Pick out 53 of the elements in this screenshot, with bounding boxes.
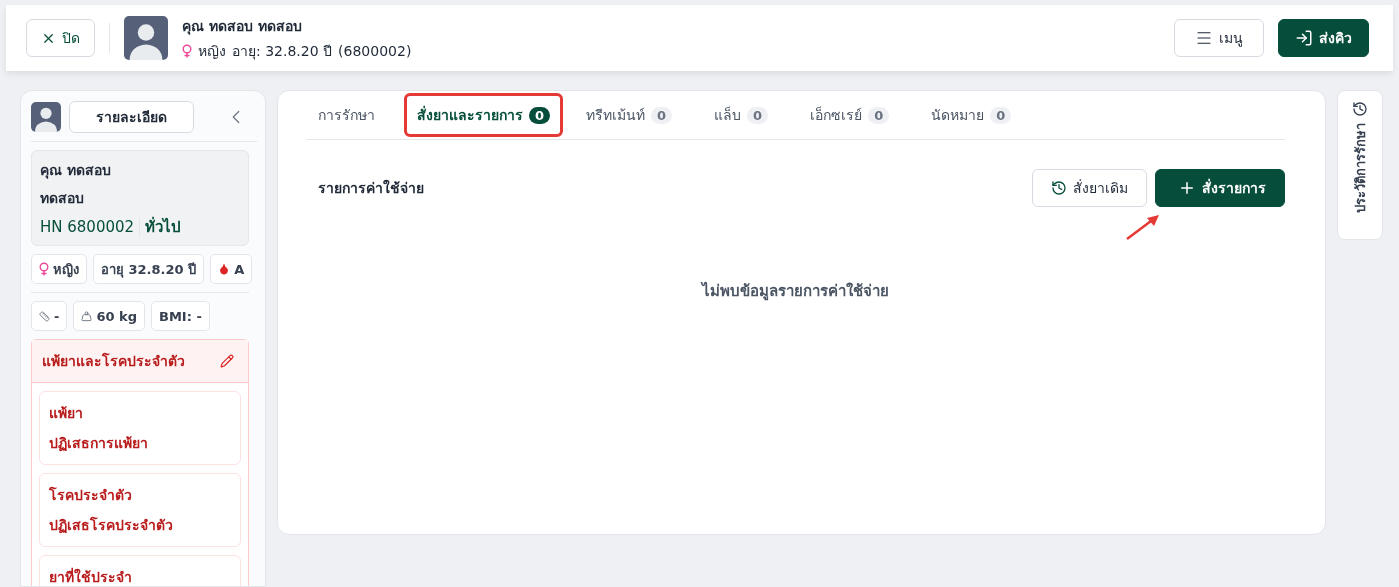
menu-button[interactable]: เมนู — [1174, 19, 1264, 57]
patient-age: อายุ: 32.8.20 ปี — [232, 41, 333, 62]
tab[interactable]: แล็บ 0 — [704, 96, 779, 134]
tab[interactable]: การรักษา — [308, 96, 385, 134]
female-icon — [39, 262, 49, 276]
info-chip: อายุ 32.8.20 ปี — [93, 254, 205, 284]
allergy-card-value: ปฏิเสธการแพ้ยา — [49, 434, 149, 454]
avatar-icon — [31, 102, 61, 132]
allergy-card-value: ปฏิเสธโรคประจำตัว — [49, 515, 174, 536]
order-button[interactable]: สั่งรายการ — [1155, 169, 1285, 207]
close-button[interactable]: ปิด — [26, 19, 95, 57]
section-title: รายการค่าใช้จ่าย — [318, 178, 424, 198]
tab[interactable]: สั่งยาและรายการ 0 — [407, 96, 561, 134]
details-button[interactable]: รายละเอียด — [69, 101, 194, 133]
count-badge: 0 — [651, 106, 673, 124]
hn-number: HN 6800002 — [40, 218, 135, 236]
history-icon — [1352, 101, 1368, 117]
patient-gender: หญิง — [198, 41, 226, 61]
count-badge: 0 — [990, 106, 1012, 124]
menu-icon — [1195, 29, 1213, 47]
avatar-icon — [124, 16, 168, 60]
edit-icon[interactable] — [220, 354, 234, 368]
previous-order-button[interactable]: สั่งยาเดิม — [1032, 169, 1147, 207]
blood-drop-icon — [218, 263, 231, 275]
tab[interactable]: เอ็กซเรย์ 0 — [800, 96, 900, 134]
allergy-title: แพ้ยาและโรคประจำตัว — [42, 351, 185, 371]
send-queue-button[interactable]: ส่งคิว — [1278, 19, 1369, 57]
weight-scale-icon — [81, 310, 93, 322]
info-chip: หญิง — [31, 254, 87, 284]
allergy-card-title: ยาที่ใช้ประจำ — [49, 566, 133, 586]
history-tab[interactable]: ประวัติการรักษา — [1337, 90, 1383, 240]
patient-id: (6800002) — [338, 42, 412, 59]
count-badge: 0 — [868, 106, 890, 124]
allergy-card-title: โรคประจำตัว — [49, 485, 133, 505]
count-badge: 0 — [529, 106, 551, 124]
info-chip: 60 kg — [73, 301, 145, 331]
allergy-card-title: แพ้ยา — [49, 404, 84, 423]
patient-name: ทดสอบ — [40, 189, 85, 208]
info-chip: BMI: - — [151, 301, 210, 331]
patient-type: ทั่วไป — [145, 215, 182, 238]
count-badge: 0 — [747, 106, 769, 124]
info-chip: A — [210, 254, 253, 284]
tab[interactable]: ทรีทเม้นท์ 0 — [576, 96, 683, 134]
tab[interactable]: นัดหมาย 0 — [921, 96, 1022, 134]
info-chip: - — [31, 301, 68, 331]
ruler-icon — [39, 310, 50, 322]
patient-name: คุณ ทดสอบ — [40, 161, 112, 181]
empty-message: ไม่พบข้อมูลรายการค่าใช้จ่าย — [702, 280, 889, 303]
female-icon — [182, 43, 192, 58]
history-icon — [1051, 180, 1067, 196]
plus-icon — [1178, 179, 1196, 197]
patient-name: คุณ ทดสอบ ทดสอบ — [182, 16, 303, 37]
enter-arrow-icon — [1295, 29, 1313, 47]
